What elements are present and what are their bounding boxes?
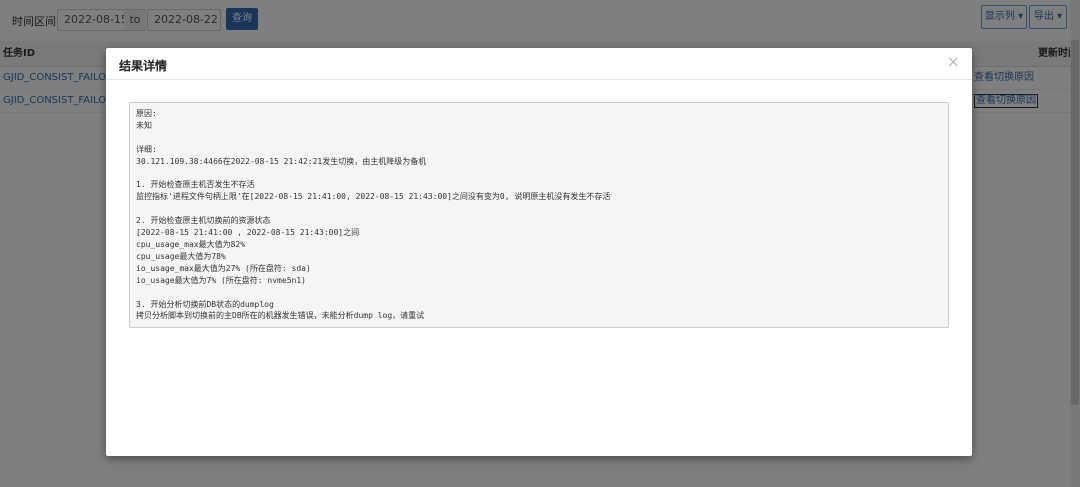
detail-panel: 原因: 未知 详细: 30.121.109.38:4466在2022-08-15… — [129, 102, 949, 328]
modal-header: 结果详情 × — [106, 48, 972, 80]
modal-title: 结果详情 — [119, 59, 168, 73]
detail-text: 原因: 未知 详细: 30.121.109.38:4466在2022-08-15… — [136, 109, 611, 321]
close-icon[interactable]: × — [947, 52, 960, 71]
result-detail-modal: 结果详情 × 原因: 未知 详细: 30.121.109.38:4466在202… — [106, 48, 972, 456]
